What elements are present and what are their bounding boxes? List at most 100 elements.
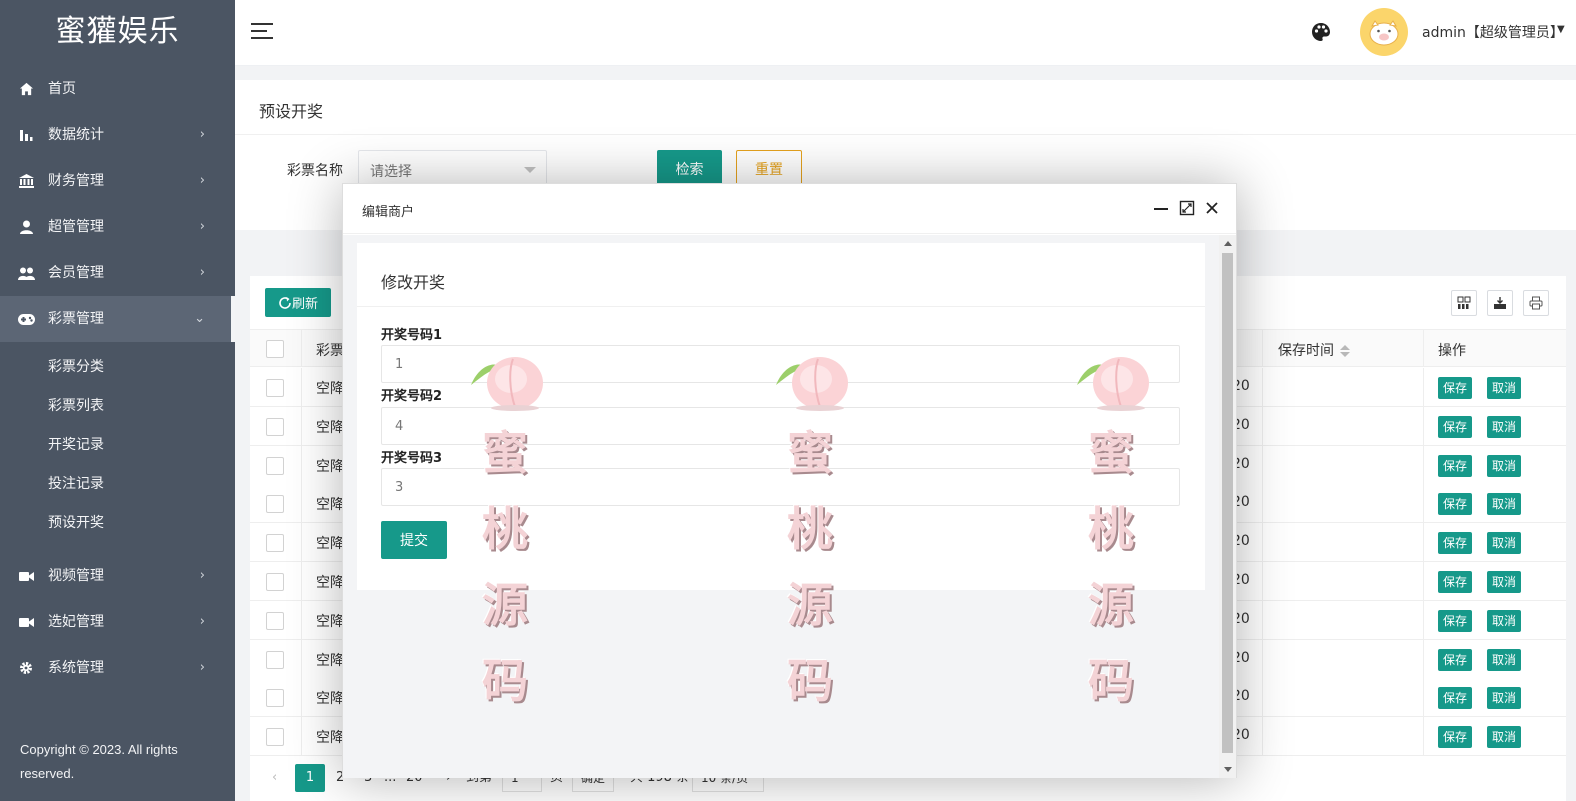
refresh-label: 刷新 [291, 297, 318, 312]
video-icon [17, 553, 35, 599]
modal-scrollbar[interactable] [1219, 235, 1236, 778]
submit-button[interactable]: 提交 [381, 521, 447, 559]
edit-draw-form: 修改开奖 开奖号码1 开奖号码2 开奖号码3 提交 [357, 243, 1205, 590]
sidebar-item-label: 首页 [48, 81, 76, 97]
cell-lottery-name: 空降 [316, 536, 344, 553]
refresh-button[interactable]: 刷新 [265, 288, 331, 317]
row-checkbox[interactable] [266, 379, 284, 397]
cell-lottery-name: 空降 [316, 458, 344, 475]
row-checkbox[interactable] [266, 650, 284, 669]
users-icon [17, 250, 35, 296]
draw-number-3-input[interactable] [381, 468, 1180, 506]
row-cancel-button[interactable]: 取消 [1487, 609, 1522, 632]
sidebar-item-label: 会员管理 [48, 265, 104, 281]
cell-lottery-name: 空降 [316, 613, 344, 630]
maximize-icon[interactable] [1179, 200, 1195, 216]
columns-icon[interactable] [1451, 290, 1477, 316]
row-save-button[interactable]: 保存 [1438, 571, 1473, 593]
row-save-button[interactable]: 保存 [1438, 415, 1473, 438]
row-cancel-button[interactable]: 取消 [1487, 377, 1522, 399]
refresh-icon [279, 297, 291, 309]
row-save-button[interactable]: 保存 [1438, 377, 1473, 399]
row-cancel-button[interactable]: 取消 [1487, 571, 1522, 593]
chevron-right-icon: › [199, 614, 205, 629]
draw-number-2-input[interactable] [381, 407, 1180, 445]
row-checkbox[interactable] [266, 611, 284, 630]
row-checkbox[interactable] [266, 534, 284, 553]
sort-icon[interactable] [1340, 345, 1350, 357]
submenu-item-category[interactable]: 彩票分类 [0, 348, 235, 387]
chevron-down-icon: ⌄ [194, 311, 205, 326]
sidebar-item-video[interactable]: 视频管理 › [0, 553, 235, 599]
draw-number-1-label: 开奖号码1 [381, 328, 443, 343]
draw-number-1-input[interactable] [381, 345, 1180, 383]
gear-icon [17, 645, 35, 691]
sidebar-nav-lower: 视频管理 › 选妃管理 › 系统管理 › [0, 553, 235, 691]
row-save-button[interactable]: 保存 [1438, 726, 1473, 749]
form-title: 修改开奖 [381, 273, 446, 292]
row-checkbox[interactable] [266, 456, 284, 475]
chevron-right-icon: › [199, 127, 205, 142]
sidebar-item-concubine[interactable]: 选妃管理 › [0, 599, 235, 645]
row-checkbox[interactable] [266, 573, 284, 591]
sidebar-item-stats[interactable]: 数据统计 › [0, 112, 235, 158]
print-icon[interactable] [1523, 290, 1549, 316]
row-checkbox[interactable] [266, 417, 284, 436]
minimize-icon[interactable] [1153, 200, 1169, 216]
sidebar-item-label: 视频管理 [48, 568, 104, 584]
row-cancel-button[interactable]: 取消 [1487, 648, 1522, 671]
close-icon[interactable] [1204, 200, 1220, 216]
row-cancel-button[interactable]: 取消 [1487, 726, 1522, 749]
scroll-up-icon [1224, 241, 1232, 246]
modal-title: 编辑商户 [362, 205, 415, 220]
sidebar-nav: 首页 数据统计 › 财务管理 › 超管管理 › 会员管理 › 彩票管理 ⌄ [0, 66, 235, 342]
col-header-save-time[interactable]: 保存时间 [1278, 340, 1350, 360]
row-save-button[interactable]: 保存 [1438, 609, 1473, 632]
submenu-item-preset-draw[interactable]: 预设开奖 [0, 504, 235, 543]
sidebar-item-admin[interactable]: 超管管理 › [0, 204, 235, 250]
row-save-button[interactable]: 保存 [1438, 648, 1473, 671]
chevron-right-icon: › [199, 265, 205, 280]
col-header-save-time-label: 保存时间 [1278, 343, 1334, 359]
sidebar-item-label: 超管管理 [48, 219, 104, 235]
select-all-checkbox[interactable] [266, 340, 284, 358]
sidebar-item-system[interactable]: 系统管理 › [0, 645, 235, 691]
bar-chart-icon [17, 112, 35, 158]
row-checkbox[interactable] [266, 689, 284, 708]
page-1[interactable]: 1 [295, 764, 325, 792]
row-save-button[interactable]: 保存 [1438, 687, 1473, 710]
cell-lottery-name: 空降 [316, 381, 344, 397]
export-icon[interactable] [1487, 290, 1513, 316]
menu-toggle-icon[interactable] [251, 23, 273, 41]
submenu-item-bet-records[interactable]: 投注记录 [0, 465, 235, 504]
col-header-actions: 操作 [1438, 343, 1466, 359]
sidebar-item-lottery[interactable]: 彩票管理 ⌄ [0, 296, 235, 342]
row-save-button[interactable]: 保存 [1438, 454, 1473, 477]
row-cancel-button[interactable]: 取消 [1487, 415, 1522, 438]
draw-number-2-label: 开奖号码2 [381, 389, 443, 404]
row-cancel-button[interactable]: 取消 [1487, 532, 1522, 555]
sidebar-item-finance[interactable]: 财务管理 › [0, 158, 235, 204]
sidebar-item-members[interactable]: 会员管理 › [0, 250, 235, 296]
cell-lottery-name: 空降 [316, 497, 344, 514]
prev-page-icon[interactable]: ‹ [272, 764, 277, 792]
user-icon [17, 204, 35, 250]
divider [357, 306, 1205, 307]
submenu-item-draw-records[interactable]: 开奖记录 [0, 426, 235, 465]
row-checkbox[interactable] [266, 728, 284, 747]
lottery-name-label: 彩票名称 [287, 163, 343, 179]
submenu-item-list[interactable]: 彩票列表 [0, 387, 235, 426]
sidebar-item-home[interactable]: 首页 [0, 66, 235, 112]
row-save-button[interactable]: 保存 [1438, 493, 1473, 516]
caret-down-icon[interactable]: ▼ [1557, 24, 1565, 35]
chevron-right-icon: › [199, 660, 205, 675]
row-cancel-button[interactable]: 取消 [1487, 687, 1522, 710]
row-cancel-button[interactable]: 取消 [1487, 454, 1522, 477]
palette-icon[interactable] [1311, 22, 1333, 44]
user-menu[interactable]: admin【超级管理员】 [1422, 22, 1564, 42]
row-cancel-button[interactable]: 取消 [1487, 493, 1522, 516]
row-save-button[interactable]: 保存 [1438, 532, 1473, 555]
copyright-text: Copyright © 2023. All rights reserved. [20, 742, 178, 781]
row-checkbox[interactable] [266, 495, 284, 514]
avatar[interactable] [1360, 8, 1408, 56]
